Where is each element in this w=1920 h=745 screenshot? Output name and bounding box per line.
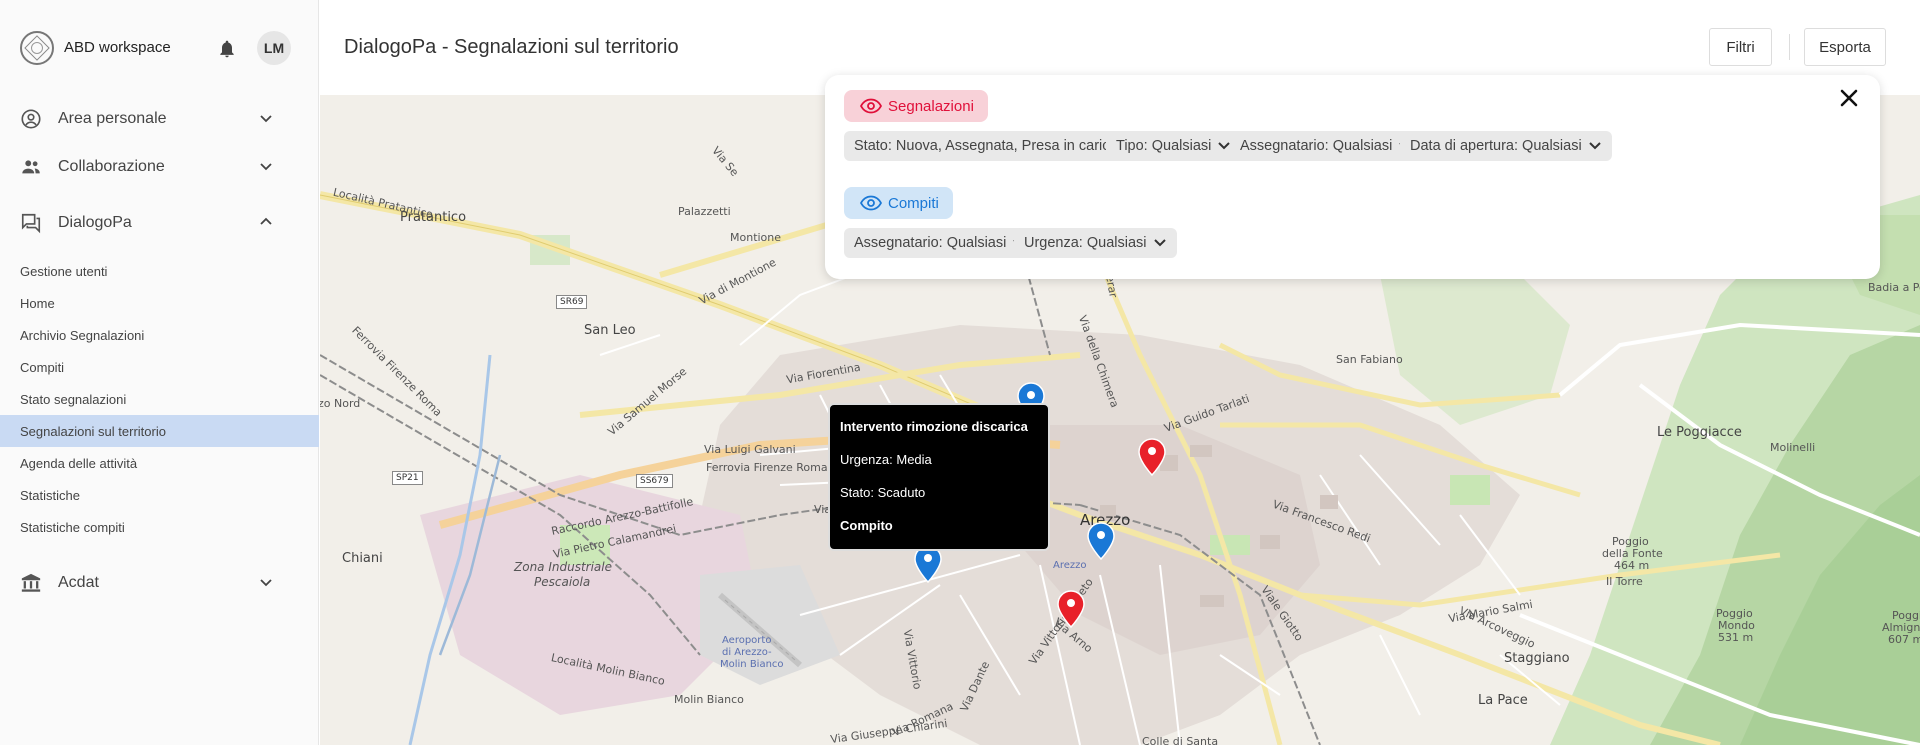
chevron-down-icon <box>1588 142 1601 150</box>
map-label: Molin Bianco <box>720 659 784 670</box>
map-label: Il Torre <box>1606 575 1643 588</box>
eye-icon <box>860 98 882 114</box>
map-label: Le Poggiacce <box>1657 425 1742 440</box>
map-label: di Arezzo- <box>722 647 772 658</box>
map-label: Colle di Santa <box>1142 735 1219 745</box>
sidebar-item-gestione-utenti[interactable]: Gestione utenti <box>0 255 319 287</box>
header-divider <box>1789 34 1790 60</box>
road-shield: SS679 <box>636 474 673 488</box>
report-marker-red-icon[interactable] <box>1057 590 1085 628</box>
filter-chip-assegnatario-segnalazioni[interactable]: Assegnatario: Qualsiasi <box>1230 131 1423 161</box>
account-circle-icon <box>20 108 42 130</box>
sidebar-item-statistiche-compiti[interactable]: Statistiche compiti <box>0 511 319 543</box>
tooltip-urgency: Urgenza: Media <box>840 452 932 467</box>
map-label: Aeroporto <box>722 635 772 646</box>
export-button[interactable]: Esporta <box>1804 28 1886 66</box>
map-label: 464 m <box>1614 559 1650 572</box>
map-label: 531 m <box>1718 631 1754 644</box>
chevron-up-icon <box>260 217 272 225</box>
bank-icon <box>20 572 42 594</box>
map-label: Staggiano <box>1504 651 1570 666</box>
sidebar: ABD workspace LM Area personale Collabor… <box>0 0 319 745</box>
chip-label: Data di apertura: Qualsiasi <box>1410 138 1582 154</box>
report-marker-red-icon[interactable] <box>1138 438 1166 476</box>
sidebar-item-home[interactable]: Home <box>0 287 319 319</box>
filter-chip-urgenza[interactable]: Urgenza: Qualsiasi <box>1014 228 1177 258</box>
segnalazioni-label: Segnalazioni <box>888 97 974 115</box>
map-label: Via Luigi Galvani <box>704 443 796 456</box>
sidebar-section-label: Acdat <box>58 574 99 591</box>
page-title: DialogoPa - Segnalazioni sul territorio <box>344 36 679 58</box>
chevron-down-icon <box>260 115 272 123</box>
filters-panel: Segnalazioni Stato: Nuova, Assegnata, Pr… <box>825 75 1880 279</box>
app-name: ABD workspace <box>64 39 171 56</box>
chip-label: Assegnatario: Qualsiasi <box>1240 138 1393 154</box>
segnalazioni-layer-toggle[interactable]: Segnalazioni <box>844 90 988 122</box>
map-label: Molin Bianco <box>674 693 744 706</box>
map-label: Palazzetti <box>678 205 731 218</box>
sidebar-item-compiti[interactable]: Compiti <box>0 351 319 383</box>
bell-icon[interactable] <box>217 38 237 60</box>
sidebar-section-acdat[interactable]: Acdat <box>0 562 319 604</box>
map-label: Badia a Po <box>1868 281 1920 294</box>
filter-chip-assegnatario-compiti[interactable]: Assegnatario: Qualsiasi <box>844 228 1037 258</box>
sidebar-item-statistiche[interactable]: Statistiche <box>0 479 319 511</box>
map-label: La Pace <box>1478 693 1528 708</box>
sidebar-item-segnalazioni-sul-territorio[interactable]: Segnalazioni sul territorio <box>0 415 319 447</box>
sidebar-item-archivio-segnalazioni[interactable]: Archivio Segnalazioni <box>0 319 319 351</box>
workspace-logo-icon <box>20 30 54 65</box>
chip-label: Urgenza: Qualsiasi <box>1024 235 1147 251</box>
chip-label: Assegnatario: Qualsiasi <box>854 235 1007 251</box>
map-label: zo Nord <box>320 397 361 410</box>
marker-tooltip: Intervento rimozione discarica Urgenza: … <box>828 403 1050 551</box>
sidebar-section-area-personale[interactable]: Area personale <box>0 98 319 140</box>
sidebar-item-stato-segnalazioni[interactable]: Stato segnalazioni <box>0 383 319 415</box>
tooltip-kind: Compito <box>840 518 893 533</box>
chevron-down-icon <box>260 579 272 587</box>
chip-label: Stato: Nuova, Assegnata, Presa in carico <box>854 138 1118 154</box>
sidebar-section-label: Area personale <box>58 110 167 127</box>
map-label: 607 m <box>1888 633 1920 646</box>
close-icon[interactable] <box>1838 87 1860 109</box>
sidebar-section-dialogopa[interactable]: DialogoPa <box>0 202 319 244</box>
chevron-down-icon <box>1153 239 1166 247</box>
sidebar-section-label: Collaborazione <box>58 158 165 175</box>
eye-icon <box>860 195 882 211</box>
sidebar-section-label: DialogoPa <box>58 214 132 231</box>
map-label: San Fabiano <box>1336 353 1403 366</box>
road-shield: SR69 <box>556 295 588 309</box>
sidebar-item-agenda-attivita[interactable]: Agenda delle attività <box>0 447 319 479</box>
filter-chip-data-apertura[interactable]: Data di apertura: Qualsiasi <box>1400 131 1612 161</box>
tooltip-status: Stato: Scaduto <box>840 485 926 500</box>
tooltip-title: Intervento rimozione discarica <box>840 419 1028 434</box>
map-label: Pescaiola <box>534 575 591 589</box>
map-label: Ferrovia Firenze Roma <box>706 461 828 474</box>
forum-icon <box>20 212 42 234</box>
chevron-down-icon <box>260 163 272 171</box>
filter-chip-stato[interactable]: Stato: Nuova, Assegnata, Presa in carico <box>844 131 1148 161</box>
map-label: Arezzo <box>1053 560 1087 571</box>
compiti-label: Compiti <box>888 194 939 212</box>
map-label: Zona Industriale <box>514 560 612 574</box>
brand: ABD workspace LM <box>0 0 318 95</box>
chip-label: Tipo: Qualsiasi <box>1116 138 1212 154</box>
sidebar-section-collaborazione[interactable]: Collaborazione <box>0 146 319 188</box>
task-marker-blue-icon[interactable] <box>1087 522 1115 560</box>
road-shield: SP21 <box>392 471 423 485</box>
map-label: Chiani <box>342 551 383 566</box>
filters-button[interactable]: Filtri <box>1709 28 1772 66</box>
avatar[interactable]: LM <box>257 31 291 65</box>
filter-chip-tipo[interactable]: Tipo: Qualsiasi <box>1106 131 1242 161</box>
compiti-layer-toggle[interactable]: Compiti <box>844 187 953 219</box>
people-icon <box>20 156 42 178</box>
map-label: Montione <box>730 231 782 244</box>
map-label: San Leo <box>584 323 636 338</box>
map-label: Molinelli <box>1770 441 1816 454</box>
